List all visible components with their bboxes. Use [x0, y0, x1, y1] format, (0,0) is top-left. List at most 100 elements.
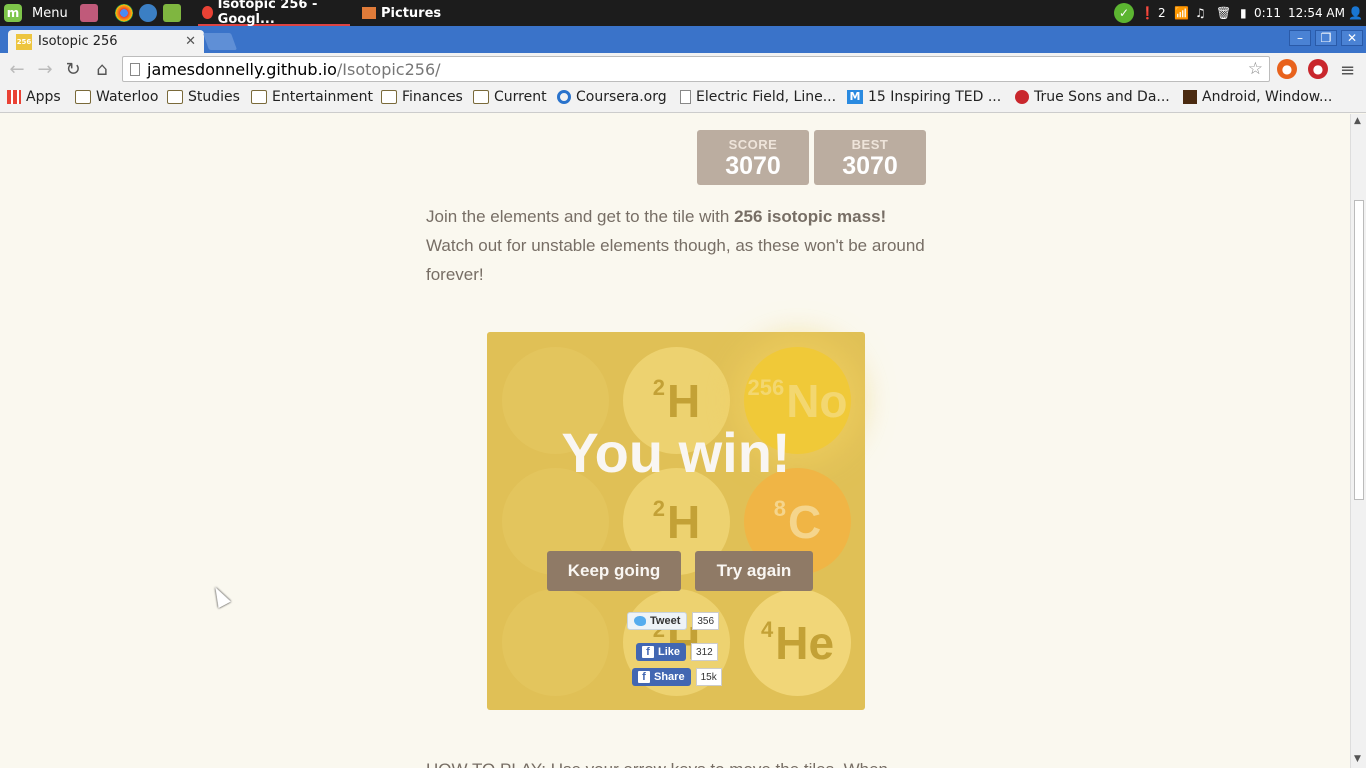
- thunderbird-launcher-icon[interactable]: [139, 4, 157, 22]
- firebug-extension-icon[interactable]: ●: [1277, 59, 1297, 79]
- home-icon[interactable]: ⌂: [91, 58, 113, 80]
- bookmarks-bar: Apps Waterloo Studies Entertainment Fina…: [0, 85, 1366, 113]
- score-box: SCORE 3070: [697, 130, 809, 185]
- like-count: 312: [691, 643, 718, 661]
- bookmark-star-icon[interactable]: ☆: [1248, 59, 1263, 79]
- score-value: 3070: [725, 152, 781, 180]
- facebook-like-button[interactable]: f Like: [636, 643, 687, 661]
- scrollbar-thumb[interactable]: [1354, 200, 1364, 500]
- like-label: Like: [658, 646, 681, 658]
- page-icon: [680, 90, 691, 104]
- browser-tab-strip: 256 Isotopic 256 ✕ – ❐ ✕: [0, 26, 1366, 53]
- battery-time[interactable]: 0:11: [1254, 0, 1281, 26]
- bookmark-label: Android, Window...: [1202, 89, 1333, 105]
- like-widget: f Like 312: [636, 643, 718, 661]
- adblock-extension-icon[interactable]: ●: [1308, 59, 1328, 79]
- folder-task-icon: [362, 7, 376, 19]
- bookmark-waterloo[interactable]: Waterloo: [75, 89, 158, 105]
- win-message: You win!: [561, 421, 791, 484]
- score-label: SCORE: [728, 137, 778, 152]
- new-tab-button[interactable]: [202, 33, 238, 50]
- url-host: jamesdonnelly.github.io: [147, 59, 337, 79]
- bookmark-label: 15 Inspiring TED ...: [868, 89, 1002, 105]
- bookmark-true-sons[interactable]: True Sons and Da...: [1015, 89, 1170, 105]
- clock[interactable]: 12:54 AM: [1288, 0, 1345, 26]
- bookmark-ted[interactable]: M 15 Inspiring TED ...: [847, 89, 1001, 105]
- music-icon[interactable]: ♫: [1195, 0, 1206, 26]
- folder-icon: [251, 90, 267, 104]
- tab-close-icon[interactable]: ✕: [185, 34, 196, 49]
- page-scrollbar[interactable]: ▲ ▼: [1350, 114, 1366, 768]
- facebook-icon: f: [638, 671, 650, 683]
- scroll-down-arrow-icon[interactable]: ▼: [1354, 754, 1361, 764]
- best-score-box: BEST 3070: [814, 130, 926, 185]
- bookmark-electric-field[interactable]: Electric Field, Line...: [680, 89, 836, 105]
- chrome-menu-icon[interactable]: ≡: [1340, 60, 1355, 81]
- folder-icon: [75, 90, 91, 104]
- forward-arrow-icon[interactable]: →: [34, 58, 56, 80]
- tweet-count: 356: [692, 612, 720, 630]
- xda-icon: [1183, 90, 1197, 104]
- tweet-button[interactable]: Tweet: [627, 612, 688, 630]
- editor-launcher-icon[interactable]: [163, 4, 181, 22]
- game-won-overlay: You win! Keep going Try again Tweet 356 …: [487, 332, 865, 710]
- bookmark-label: Waterloo: [96, 89, 159, 105]
- address-bar[interactable]: jamesdonnelly.github.io/Isotopic256/ ☆: [122, 56, 1270, 82]
- bookmark-label: Entertainment: [272, 89, 374, 105]
- taskbar-task-label: Pictures: [381, 5, 442, 21]
- user-icon[interactable]: 👤: [1348, 0, 1363, 26]
- close-window-button[interactable]: ✕: [1341, 30, 1363, 46]
- tweet-label: Tweet: [650, 615, 681, 627]
- bookmark-coursera[interactable]: Coursera.org: [557, 89, 667, 105]
- tab-title: Isotopic 256: [38, 34, 118, 49]
- bookmark-entertainment[interactable]: Entertainment: [251, 89, 373, 105]
- scroll-up-arrow-icon[interactable]: ▲: [1354, 116, 1361, 126]
- wifi-icon[interactable]: 📶: [1174, 0, 1189, 26]
- folder-icon: [167, 90, 183, 104]
- coursera-icon: [557, 90, 571, 104]
- folder-icon: [381, 90, 397, 104]
- taskbar-task-pictures[interactable]: Pictures: [358, 0, 458, 26]
- taskbar-menu-label[interactable]: Menu: [32, 0, 68, 26]
- facebook-share-button[interactable]: f Share: [632, 668, 691, 686]
- restore-window-button[interactable]: ❐: [1315, 30, 1337, 46]
- reload-icon[interactable]: ↻: [62, 58, 84, 80]
- try-again-button[interactable]: Try again: [695, 551, 813, 591]
- chrome-launcher-icon[interactable]: [115, 4, 133, 22]
- mint-menu-icon[interactable]: m: [4, 4, 22, 22]
- notification-count[interactable]: 2: [1158, 0, 1166, 26]
- bookmark-label: Electric Field, Line...: [696, 89, 837, 105]
- bookmark-studies[interactable]: Studies: [167, 89, 240, 105]
- bookmark-label: Current: [494, 89, 547, 105]
- chrome-task-icon: [202, 5, 213, 19]
- update-check-icon[interactable]: ✓: [1114, 3, 1134, 23]
- keep-going-button[interactable]: Keep going: [547, 551, 681, 591]
- alert-icon[interactable]: ❗: [1140, 0, 1155, 26]
- desktop-launcher-icon[interactable]: [80, 4, 98, 22]
- back-arrow-icon[interactable]: ←: [6, 58, 28, 80]
- bookmark-android[interactable]: Android, Window...: [1183, 89, 1332, 105]
- best-label: BEST: [851, 137, 889, 152]
- twitter-bird-icon: [634, 616, 646, 626]
- minimize-window-button[interactable]: –: [1289, 30, 1311, 46]
- browser-toolbar: ← → ↻ ⌂ jamesdonnelly.github.io/Isotopic…: [0, 53, 1366, 85]
- bookmark-label: Apps: [26, 89, 61, 105]
- browser-tab[interactable]: 256 Isotopic 256 ✕: [8, 30, 204, 53]
- mouse-cursor-icon: [209, 583, 231, 609]
- taskbar-task-browser[interactable]: Isotopic 256 - Googl...: [198, 0, 350, 27]
- taskbar-task-label: Isotopic 256 - Googl...: [217, 0, 318, 27]
- battery-icon[interactable]: ▮: [1240, 0, 1247, 26]
- bookmark-current[interactable]: Current: [473, 89, 547, 105]
- bookmark-apps[interactable]: Apps: [7, 89, 61, 105]
- share-widget: f Share 15k: [632, 668, 722, 686]
- trash-icon[interactable]: 🗑: [1216, 0, 1231, 26]
- bookmark-finances[interactable]: Finances: [381, 89, 463, 105]
- share-count: 15k: [695, 668, 722, 686]
- best-value: 3070: [842, 152, 898, 180]
- how-to-play-text: HOW TO PLAY: Use your arrow keys to move…: [426, 760, 888, 768]
- url-path: /Isotopic256/: [336, 59, 441, 79]
- page-info-icon[interactable]: [130, 63, 140, 76]
- intro-text: Join the elements and get to the tile wi…: [426, 207, 735, 226]
- isotopic-favicon: 256: [16, 33, 32, 50]
- share-label: Share: [654, 671, 685, 683]
